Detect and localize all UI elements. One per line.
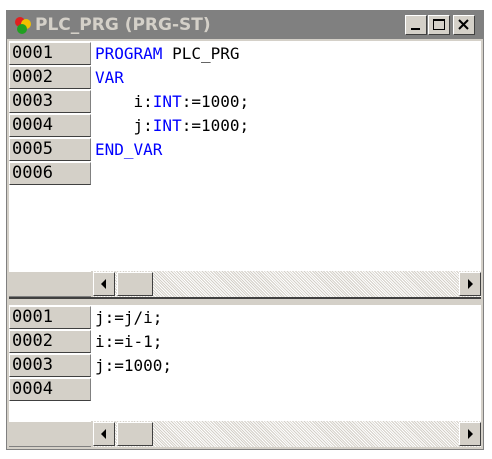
code-token: PLC_PRG — [162, 44, 240, 63]
line-code[interactable]: i:INT:=1000; — [95, 90, 250, 113]
scroll-track[interactable] — [93, 271, 481, 297]
line-code[interactable]: j:=1000; — [95, 354, 172, 377]
window-title: PLC_PRG (PRG-ST) — [35, 15, 211, 35]
declaration-hscrollbar[interactable] — [9, 271, 481, 297]
arrow-right-icon — [468, 279, 473, 289]
arrow-left-icon — [101, 429, 106, 439]
code-line[interactable]: 0005 END_VAR — [9, 138, 481, 162]
code-line[interactable]: 0002 VAR — [9, 66, 481, 90]
line-code[interactable]: i:=i-1; — [95, 330, 162, 353]
line-code[interactable]: PROGRAM PLC_PRG — [95, 42, 240, 65]
body-hscrollbar[interactable] — [9, 421, 481, 447]
scroll-right-button[interactable] — [459, 272, 481, 296]
code-token: :=1000; — [181, 116, 250, 135]
code-line[interactable]: 0003 i:INT:=1000; — [9, 90, 481, 114]
keyword-token: INT — [152, 92, 182, 111]
scroll-thumb[interactable] — [117, 272, 153, 296]
minimize-button[interactable] — [405, 15, 427, 35]
line-code[interactable]: j:INT:=1000; — [95, 114, 250, 137]
arrow-right-icon — [468, 429, 473, 439]
code-token: j: — [95, 116, 153, 135]
close-button[interactable] — [453, 15, 475, 35]
code-token: j:=j/i; — [95, 308, 163, 327]
scroll-thumb[interactable] — [117, 422, 153, 446]
pou-program-icon — [15, 17, 31, 34]
editor-window: PLC_PRG (PRG-ST) 0001 PROGRAM PLC_PRG 0002… — [6, 10, 484, 450]
maximize-button[interactable] — [428, 15, 450, 35]
line-number: 0003 — [9, 90, 91, 113]
line-code[interactable]: VAR — [95, 66, 124, 89]
minimize-icon — [411, 28, 420, 30]
scroll-track[interactable] — [93, 421, 481, 447]
line-code[interactable]: END_VAR — [95, 138, 162, 161]
line-code[interactable]: j:=j/i; — [95, 306, 162, 329]
line-number: 0001 — [9, 306, 91, 329]
keyword-token: INT — [152, 116, 182, 135]
code-line[interactable]: 0001 PROGRAM PLC_PRG — [9, 42, 481, 66]
declaration-editor[interactable]: 0001 PROGRAM PLC_PRG 0002 VAR 0003 i:INT:=10… — [9, 41, 481, 297]
line-number: 0004 — [9, 114, 91, 137]
code-line[interactable]: 0004 — [9, 378, 481, 402]
line-number: 0005 — [9, 138, 91, 161]
line-number: 0004 — [9, 378, 91, 401]
keyword-token: END_VAR — [95, 140, 163, 159]
line-number: 0003 — [9, 354, 91, 377]
code-line[interactable]: 0006 — [9, 162, 481, 186]
code-line[interactable]: 0003 j:=1000; — [9, 354, 481, 378]
code-line[interactable]: 0002 i:=i-1; — [9, 330, 481, 354]
maximize-icon — [433, 19, 445, 30]
line-number: 0006 — [9, 162, 91, 185]
body-editor[interactable]: 0001 j:=j/i; 0002 i:=i-1; 0003 j:=1000; 0004 — [9, 305, 481, 447]
scroll-left-button[interactable] — [93, 272, 115, 296]
code-token: i: — [95, 92, 153, 111]
code-line[interactable]: 0004 j:INT:=1000; — [9, 114, 481, 138]
code-line[interactable]: 0001 j:=j/i; — [9, 306, 481, 330]
scroll-left-button[interactable] — [93, 422, 115, 446]
close-icon — [458, 19, 469, 30]
keyword-token: PROGRAM — [95, 44, 163, 63]
code-token: :=1000; — [181, 92, 250, 111]
arrow-left-icon — [101, 279, 106, 289]
line-number: 0001 — [9, 42, 91, 65]
title-bar[interactable]: PLC_PRG (PRG-ST) — [7, 11, 483, 39]
scroll-right-button[interactable] — [459, 422, 481, 446]
line-number: 0002 — [9, 330, 91, 353]
pane-splitter[interactable] — [9, 297, 481, 305]
keyword-token: VAR — [95, 68, 124, 87]
code-token: j:=1000; — [95, 356, 173, 375]
line-number: 0002 — [9, 66, 91, 89]
code-token: i:=i-1; — [95, 332, 163, 351]
